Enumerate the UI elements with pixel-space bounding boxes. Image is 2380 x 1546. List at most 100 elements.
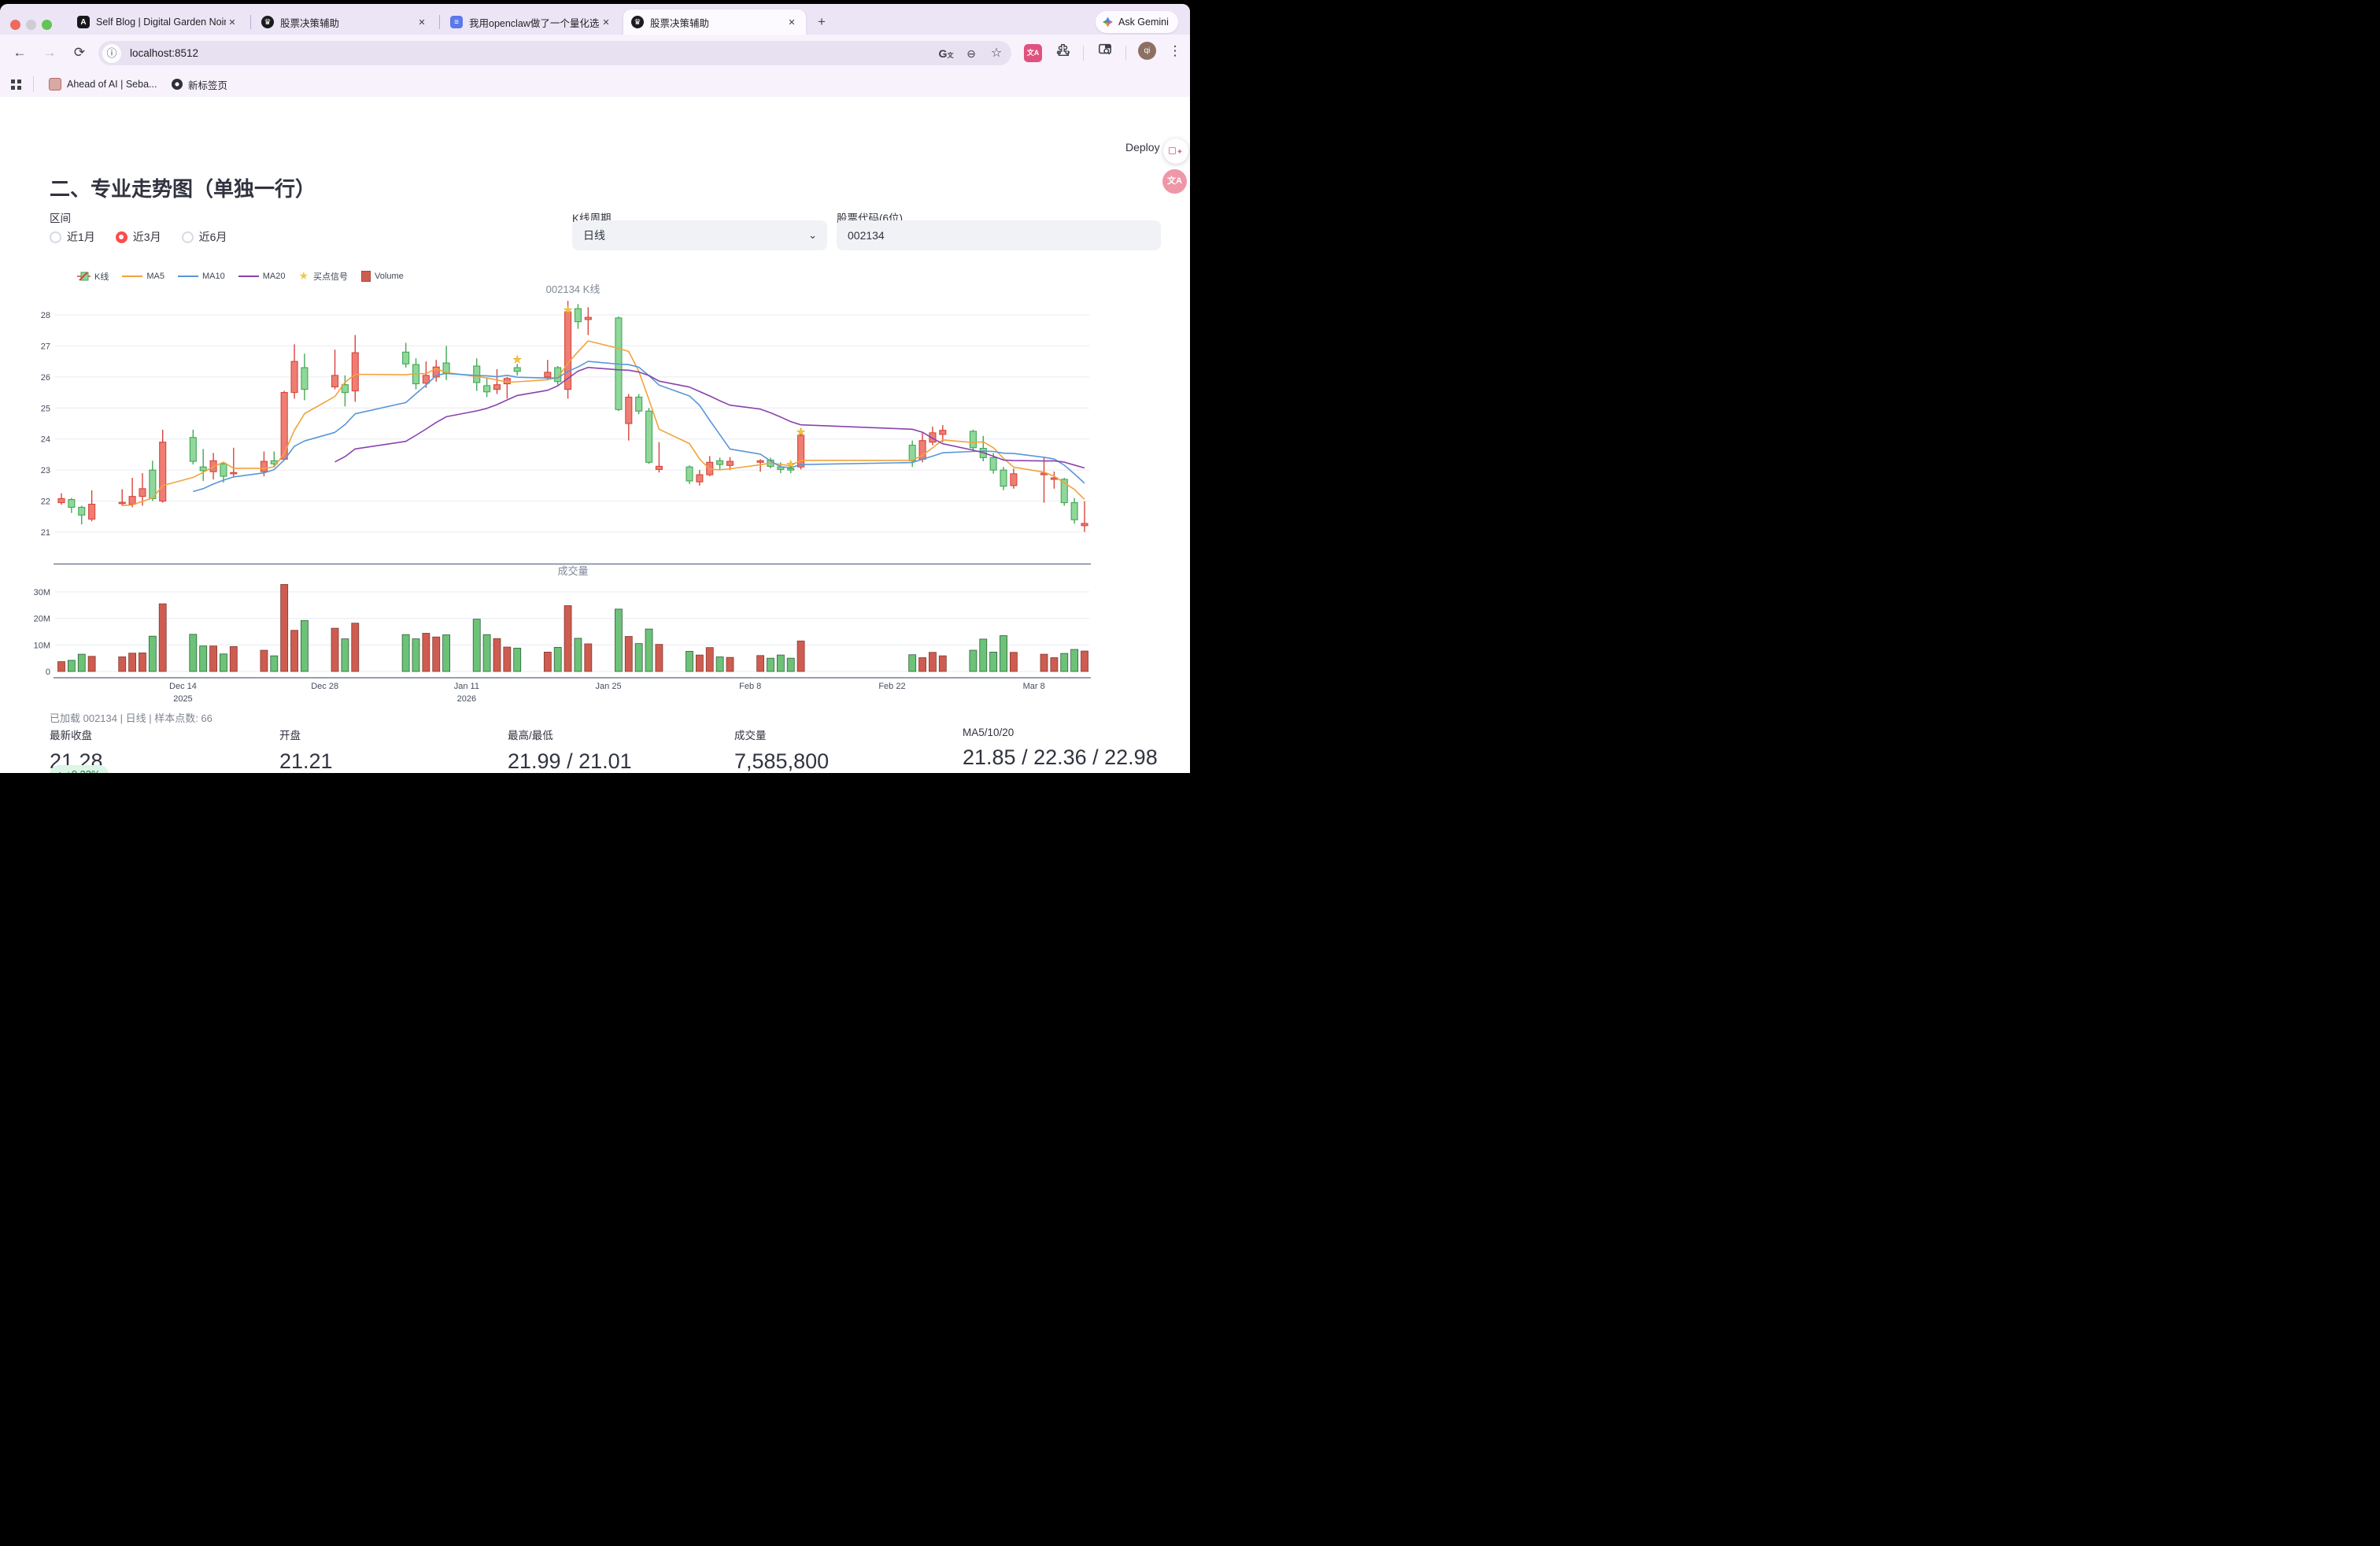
apps-grid-icon[interactable] [11, 80, 15, 83]
radio-circle-selected-icon[interactable] [116, 231, 128, 243]
tab-divider [439, 15, 440, 29]
browser-window: A Self Blog | Digital Garden Noir ✕ ♛ 股票… [0, 4, 1190, 773]
svg-text:Jan 11: Jan 11 [454, 682, 479, 691]
volume-bar-icon [361, 271, 371, 282]
svg-text:22: 22 [41, 497, 50, 507]
svg-text:Dec 14: Dec 14 [169, 682, 197, 691]
tab-divider [250, 15, 251, 29]
range-label: 区间 [50, 209, 71, 225]
chrome-icon [172, 79, 183, 90]
svg-text:10M: 10M [34, 641, 50, 650]
svg-text:Feb 22: Feb 22 [878, 682, 905, 691]
svg-text:002134 K线: 002134 K线 [546, 283, 601, 295]
close-tab-icon[interactable]: ✕ [416, 17, 428, 28]
svg-text:2026: 2026 [457, 694, 476, 704]
browser-toolbar: ← → ⟳ ⓘ localhost:8512 G文 ⊖ ☆ 文A qi ⋮ [0, 35, 1190, 72]
bookmark-favicon [49, 78, 61, 91]
address-bar[interactable]: ⓘ localhost:8512 G文 ⊖ ☆ [98, 41, 1011, 65]
extension-capture-button[interactable]: ✦ [1163, 139, 1188, 164]
svg-text:Feb 8: Feb 8 [739, 682, 761, 691]
tab-openclaw-doc[interactable]: ≡ 我用openclaw做了一个量化选 ✕ [442, 9, 620, 35]
delta-badge: ↑ +0.33% [50, 765, 109, 773]
profile-avatar[interactable]: qi [1138, 42, 1156, 60]
legend-buy-signal: ★ 买点信号 [298, 269, 348, 283]
back-icon[interactable]: ← [8, 41, 31, 65]
tab-self-blog[interactable]: A Self Blog | Digital Garden Noir ✕ [69, 9, 246, 35]
bookmarks-divider [33, 76, 34, 92]
app-page: Deploy ⋮ ✦ 文A 二、专业走势图（单独一行） 区间 近1月 近3月 近… [0, 97, 1190, 773]
legend-ma10: MA10 [178, 272, 225, 281]
svg-text:0: 0 [46, 668, 50, 677]
svg-text:★: ★ [786, 458, 796, 470]
radio-circle-icon[interactable] [50, 231, 61, 243]
squares-icon [1169, 147, 1176, 154]
legend-ma5: MA5 [122, 272, 164, 281]
svg-text:30M: 30M [34, 588, 50, 597]
period-select[interactable]: 日线 ⌄ [572, 220, 827, 250]
reload-icon[interactable]: ⟳ [68, 41, 91, 65]
tab-title: Self Blog | Digital Garden Noir [96, 17, 226, 28]
radio-circle-icon[interactable] [182, 231, 194, 243]
chart-legend: K线 MA5 MA10 MA20 ★ 买点信号 Volume [77, 269, 417, 283]
google-translate-icon[interactable]: G文 [936, 43, 956, 64]
tab-favicon-doc-icon: ≡ [450, 16, 463, 28]
close-tab-icon[interactable]: ✕ [600, 17, 612, 28]
sparkle-icon: ✦ [1177, 148, 1183, 157]
tab-title: 股票决策辅助 [280, 15, 416, 30]
close-window-button[interactable] [10, 20, 20, 30]
close-tab-icon[interactable]: ✕ [785, 17, 798, 28]
svg-text:21: 21 [41, 528, 50, 538]
tab-strip: A Self Blog | Digital Garden Noir ✕ ♛ 股票… [0, 4, 1190, 35]
translate-floating-button[interactable]: 文A [1162, 169, 1187, 194]
svg-text:26: 26 [41, 373, 50, 383]
tab-favicon-crown-icon: ♛ [261, 16, 274, 28]
bookmarks-bar: Ahead of AI | Seba... 新标签页 [0, 72, 1190, 97]
ask-gemini-label: Ask Gemini [1118, 17, 1169, 28]
radio-6m[interactable]: 近6月 [182, 229, 227, 245]
svg-text:成交量: 成交量 [557, 565, 588, 577]
url-text[interactable]: localhost:8512 [130, 47, 936, 59]
bookmark-star-icon[interactable]: ☆ [986, 43, 1007, 64]
zoom-window-button[interactable] [42, 20, 52, 30]
zoom-out-icon[interactable]: ⊖ [961, 43, 981, 64]
ask-gemini-button[interactable]: Ask Gemini [1096, 11, 1178, 33]
svg-text:2025: 2025 [173, 694, 192, 704]
metric-ma: MA5/10/2021.85 / 22.36 / 22.98 [963, 727, 1158, 770]
bookmark-new-tab-page[interactable]: 新标签页 [172, 76, 227, 93]
translate-extension-icon[interactable]: 文A [1024, 44, 1042, 62]
bookmark-ahead-of-ai[interactable]: Ahead of AI | Seba... [49, 76, 157, 93]
minimize-window-button[interactable] [26, 20, 36, 30]
radio-1m[interactable]: 近1月 [50, 229, 95, 245]
candle-icon [77, 271, 91, 282]
tab-stock-helper-1[interactable]: ♛ 股票决策辅助 ✕ [253, 9, 436, 35]
svg-text:24: 24 [41, 435, 50, 445]
tab-title: 我用openclaw做了一个量化选 [469, 15, 600, 30]
device-search-icon[interactable] [1095, 43, 1115, 63]
page-title: 二、专业走势图（单独一行） [50, 173, 316, 202]
ma20-line-icon [238, 275, 259, 278]
code-input[interactable] [837, 220, 1160, 250]
svg-text:28: 28 [41, 311, 50, 320]
extensions-puzzle-icon[interactable] [1052, 43, 1073, 63]
ma5-line-icon [122, 275, 142, 278]
new-tab-button[interactable]: + [812, 13, 831, 31]
stock-chart[interactable]: 2122232425262728010M20M30M002134 K线成交量De… [0, 282, 1190, 712]
legend-volume: Volume [361, 271, 404, 282]
site-info-icon[interactable]: ⓘ [102, 44, 121, 63]
svg-text:25: 25 [41, 404, 50, 413]
close-tab-icon[interactable]: ✕ [226, 17, 238, 28]
radio-label: 近6月 [199, 229, 227, 245]
tab-stock-helper-active[interactable]: ♛ 股票决策辅助 ✕ [623, 9, 806, 35]
forward-icon[interactable]: → [38, 41, 61, 65]
radio-label: 近3月 [133, 229, 161, 245]
tab-title: 股票决策辅助 [650, 15, 785, 30]
svg-text:27: 27 [41, 342, 50, 351]
svg-text:★: ★ [796, 426, 806, 438]
svg-text:23: 23 [41, 466, 50, 475]
browser-menu-icon[interactable]: ⋮ [1163, 39, 1187, 63]
radio-3m-selected[interactable]: 近3月 [116, 229, 161, 245]
candlestick-volume-svg[interactable]: 2122232425262728010M20M30M002134 K线成交量De… [0, 282, 1190, 712]
deploy-button[interactable]: Deploy [1125, 141, 1160, 153]
svg-text:Mar 8: Mar 8 [1023, 682, 1045, 691]
radio-label: 近1月 [67, 229, 95, 245]
